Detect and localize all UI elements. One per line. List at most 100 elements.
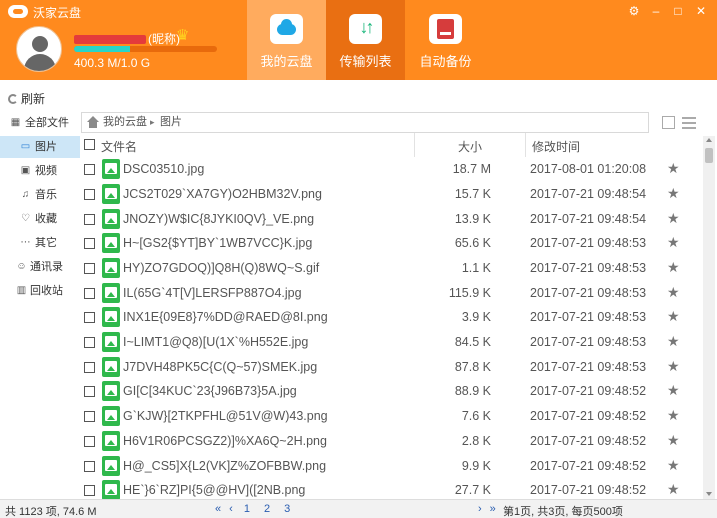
row-checkbox[interactable]	[84, 238, 95, 249]
row-checkbox[interactable]	[84, 288, 95, 299]
star-icon[interactable]: ★	[667, 457, 680, 474]
star-icon[interactable]: ★	[667, 358, 680, 375]
row-checkbox[interactable]	[84, 411, 95, 422]
row-checkbox[interactable]	[84, 461, 95, 472]
star-icon[interactable]: ★	[667, 210, 680, 227]
file-row[interactable]: JNOZY)W$IC{8JYKI0QV}_VE.png 13.9 K 2017-07…	[81, 207, 701, 232]
tab-auto-backup[interactable]: 自动备份	[406, 0, 485, 80]
row-checkbox[interactable]	[84, 485, 95, 496]
file-name: INX1E{09E8}7%DD@RAED@8I.png	[123, 310, 328, 324]
sidebar-item-recycle-bin[interactable]: ▥ 回收站	[0, 280, 80, 302]
sidebar: ▦ 全部文件 ▭ 图片 ▣ 视频 ♫ 音乐 ♡ 收藏 ⋯ 其它 ☺ 通讯录 ▥ …	[0, 112, 80, 499]
row-checkbox[interactable]	[84, 386, 95, 397]
page-link-3[interactable]: 3	[284, 503, 290, 515]
first-page-button[interactable]: «	[215, 503, 221, 515]
star-icon[interactable]: ★	[667, 259, 680, 276]
sidebar-item-contacts[interactable]: ☺ 通讯录	[0, 256, 80, 278]
grid-view-icon[interactable]	[662, 116, 675, 129]
star-icon[interactable]: ★	[667, 333, 680, 350]
row-checkbox[interactable]	[84, 312, 95, 323]
star-icon[interactable]: ★	[667, 234, 680, 251]
file-row[interactable]: H~[GS2{$YT]BY`1WB7VCC}K.jpg 65.6 K 2017-07…	[81, 231, 701, 256]
image-file-icon	[102, 184, 120, 204]
file-row[interactable]: H6V1R06PCSGZ2)]%XA6Q~2H.png 2.8 K 2017-07-…	[81, 429, 701, 454]
avatar[interactable]	[16, 26, 62, 72]
sidebar-item-video[interactable]: ▣ 视频	[0, 160, 80, 182]
file-time: 2017-07-21 09:48:53	[530, 236, 647, 250]
settings-icon[interactable]: ⚙	[625, 4, 643, 18]
file-row[interactable]: I~LIMT1@Q8)[U(1X`%H552E.jpg 84.5 K 2017-07…	[81, 330, 701, 355]
sidebar-item-favorites[interactable]: ♡ 收藏	[0, 208, 80, 230]
row-checkbox[interactable]	[84, 436, 95, 447]
file-name: GI[C[34KUC`23{J96B73}5A.jpg	[123, 384, 297, 398]
scroll-thumb[interactable]	[705, 148, 713, 163]
column-name[interactable]: 文件名	[101, 138, 137, 155]
file-row[interactable]: J7DVH48PK5C{C(Q~57)SMEK.jpg 87.8 K 2017-07…	[81, 355, 701, 380]
last-page-button[interactable]: »	[490, 503, 496, 515]
file-name: J7DVH48PK5C{C(Q~57)SMEK.jpg	[123, 360, 318, 374]
scroll-up-icon[interactable]	[706, 138, 712, 142]
file-row[interactable]: DSC03510.jpg 18.7 M 2017-08-01 01:20:08 ★	[81, 157, 701, 182]
column-size[interactable]: 大小	[458, 138, 482, 155]
row-checkbox[interactable]	[84, 263, 95, 274]
row-checkbox[interactable]	[84, 362, 95, 373]
sidebar-item-label: 收藏	[35, 213, 57, 225]
file-size: 1.1 K	[461, 261, 491, 275]
page-link-1[interactable]: 1	[244, 503, 250, 515]
file-row[interactable]: G`KJW}[2TKPFHL@51V@W)43.png 7.6 K 2017-07-…	[81, 404, 701, 429]
vertical-scrollbar[interactable]	[703, 136, 715, 499]
maximize-button[interactable]: □	[669, 4, 687, 18]
app-logo-icon	[8, 5, 28, 18]
minimize-button[interactable]: –	[647, 4, 665, 18]
close-button[interactable]: ✕	[692, 4, 710, 18]
file-row[interactable]: H@_CS5]X{L2(VK]Z%ZOFBBW.png 9.9 K 2017-07-…	[81, 454, 701, 479]
file-row[interactable]: HY)ZO7GDOQ)]Q8H(Q)8WQ~S.gif 1.1 K 2017-07-…	[81, 256, 701, 281]
file-size: 13.9 K	[454, 212, 491, 226]
sidebar-item-music[interactable]: ♫ 音乐	[0, 184, 80, 206]
file-row[interactable]: INX1E{09E8}7%DD@RAED@8I.png 3.9 K 2017-07-…	[81, 305, 701, 330]
home-icon[interactable]	[87, 116, 99, 128]
sidebar-item-images[interactable]: ▭ 图片	[0, 136, 80, 158]
transfer-icon: ↓↑	[349, 14, 382, 44]
file-row[interactable]: IL(65G`4T[V]LERSFP887O4.jpg 115.9 K 2017-0…	[81, 281, 701, 306]
select-all-checkbox[interactable]	[84, 139, 95, 150]
star-icon[interactable]: ★	[667, 308, 680, 325]
file-row[interactable]: GI[C[34KUC`23{J96B73}5A.jpg 88.9 K 2017-07…	[81, 379, 701, 404]
file-row[interactable]: HE`}6`RZ]PI{5@@HV]([2NB.png 27.7 K 2017-07…	[81, 478, 701, 499]
user-nickname: (昵称)	[74, 30, 180, 47]
cloud-icon	[270, 14, 303, 44]
breadcrumb-root[interactable]: 我的云盘	[103, 113, 147, 132]
file-size: 3.9 K	[461, 310, 491, 324]
image-file-icon	[102, 480, 120, 499]
image-file-icon	[102, 431, 120, 451]
file-name: HE`}6`RZ]PI{5@@HV]([2NB.png	[123, 483, 306, 497]
star-icon[interactable]: ★	[667, 284, 680, 301]
star-icon[interactable]: ★	[667, 432, 680, 449]
breadcrumb-separator: ▸	[150, 117, 155, 127]
list-view-icon[interactable]	[682, 117, 696, 129]
star-icon[interactable]: ★	[667, 185, 680, 202]
star-icon[interactable]: ★	[667, 481, 680, 498]
next-page-button[interactable]: ›	[478, 503, 482, 515]
star-icon[interactable]: ★	[667, 407, 680, 424]
row-checkbox[interactable]	[84, 214, 95, 225]
file-name: H~[GS2{$YT]BY`1WB7VCC}K.jpg	[123, 236, 313, 250]
file-row[interactable]: JCS2T029`XA7GY)O2HBM32V.png 15.7 K 2017-07…	[81, 182, 701, 207]
row-checkbox[interactable]	[84, 337, 95, 348]
image-file-icon	[102, 456, 120, 476]
file-name: JCS2T029`XA7GY)O2HBM32V.png	[123, 187, 322, 201]
file-name: JNOZY)W$IC{8JYKI0QV}_VE.png	[123, 212, 315, 226]
sidebar-item-other[interactable]: ⋯ 其它	[0, 232, 80, 254]
star-icon[interactable]: ★	[667, 382, 680, 399]
star-icon[interactable]: ★	[667, 160, 680, 177]
scroll-down-icon[interactable]	[706, 492, 712, 496]
tab-my-cloud[interactable]: 我的云盘	[247, 0, 326, 80]
row-checkbox[interactable]	[84, 189, 95, 200]
page-link-2[interactable]: 2	[264, 503, 270, 515]
sidebar-item-all-files[interactable]: ▦ 全部文件	[0, 112, 80, 134]
prev-page-button[interactable]: ‹	[229, 503, 233, 515]
refresh-button[interactable]: 刷新	[8, 90, 45, 107]
row-checkbox[interactable]	[84, 164, 95, 175]
tab-transfer-list[interactable]: ↓↑ 传输列表	[326, 0, 405, 80]
column-modified-time[interactable]: 修改时间	[532, 138, 580, 155]
